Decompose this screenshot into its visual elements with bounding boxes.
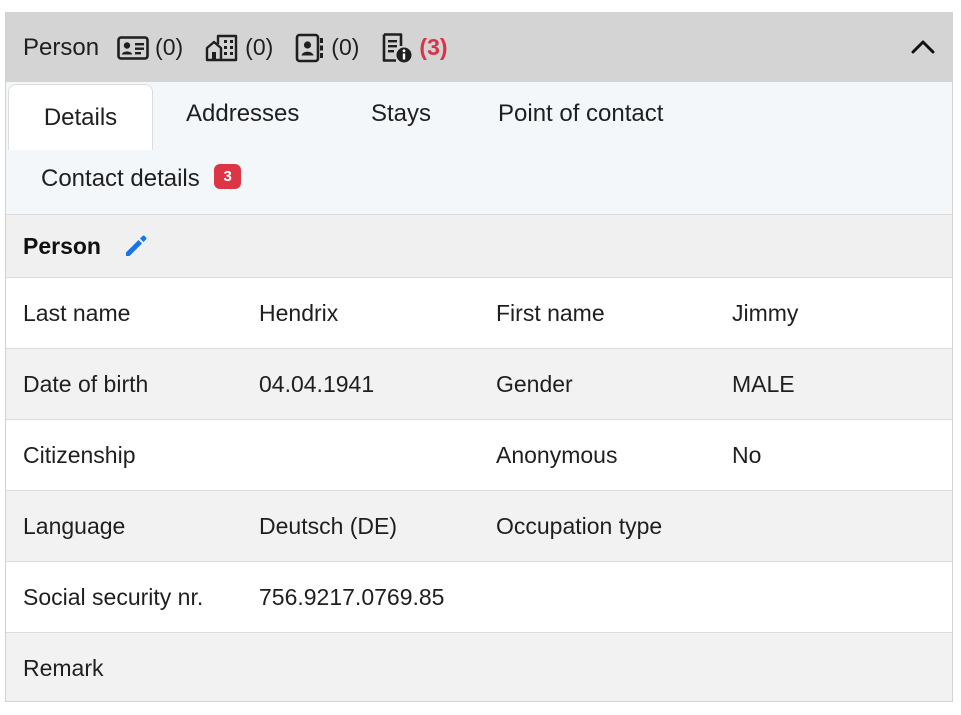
tab-contact-details-label: Contact details [41, 165, 200, 192]
occupation-type-label: Occupation type [496, 512, 663, 539]
table-row: Remark [6, 633, 952, 701]
date-of-birth-value: 04.04.1941 [259, 370, 375, 397]
tab-point-of-contact-label: Point of contact [498, 100, 664, 127]
panel-title: Person [23, 33, 100, 61]
tab-contact-details[interactable]: Contact details 3 [41, 164, 241, 193]
tab-details-label: Details [43, 103, 118, 131]
table-row: Citizenship Anonymous No [6, 420, 952, 491]
tab-details[interactable]: Details [8, 84, 153, 150]
gender-value: MALE [732, 370, 795, 397]
language-label: Language [23, 512, 126, 539]
contacts-count: (0) [331, 34, 360, 60]
first-name-label: First name [496, 299, 605, 326]
contact-details-stat: (3) [381, 32, 448, 64]
tab-point-of-contact[interactable]: Point of contact [498, 100, 663, 128]
tab-bar: Details Addresses Stays Point of contact… [6, 82, 952, 215]
id-documents-count: (0) [155, 34, 184, 60]
id-documents-stat: (0) [117, 34, 183, 61]
last-name-label: Last name [23, 299, 131, 326]
collapse-button[interactable] [910, 35, 936, 59]
remark-label: Remark [23, 654, 104, 681]
pencil-icon [125, 235, 147, 256]
tab-addresses[interactable]: Addresses [186, 100, 299, 128]
buildings-icon [205, 34, 239, 62]
section-title: Person [23, 232, 101, 259]
language-value: Deutsch (DE) [259, 512, 398, 539]
social-security-value: 756.9217.0769.85 [259, 583, 445, 610]
id-card-icon [117, 35, 149, 61]
contact-book-icon [295, 33, 325, 63]
tab-addresses-label: Addresses [186, 100, 300, 127]
gender-label: Gender [496, 370, 573, 397]
table-row: Date of birth 04.04.1941 Gender MALE [6, 349, 952, 420]
table-row: Social security nr. 756.9217.0769.85 [6, 562, 952, 633]
document-info-icon [381, 32, 413, 64]
tab-stays[interactable]: Stays [371, 100, 431, 128]
anonymous-value: No [732, 441, 762, 468]
section-header: Person [6, 215, 952, 278]
social-security-label: Social security nr. [23, 583, 204, 610]
citizenship-label: Citizenship [23, 441, 136, 468]
date-of-birth-label: Date of birth [23, 370, 149, 397]
tab-stays-label: Stays [371, 100, 432, 127]
chevron-up-icon [911, 40, 935, 54]
first-name-value: Jimmy [732, 299, 799, 326]
addresses-stat: (0) [205, 34, 273, 62]
table-row: Language Deutsch (DE) Occupation type [6, 491, 952, 562]
person-details-table: Last name Hendrix First name Jimmy Date … [6, 278, 952, 701]
addresses-count: (0) [245, 34, 274, 60]
edit-button[interactable] [123, 233, 149, 259]
contacts-stat: (0) [295, 33, 359, 63]
anonymous-label: Anonymous [496, 441, 618, 468]
person-panel: Person (0) (0) (0) (3) Details Addresses… [5, 12, 953, 702]
last-name-value: Hendrix [259, 299, 339, 326]
contact-details-count: (3) [419, 34, 448, 60]
table-row: Last name Hendrix First name Jimmy [6, 278, 952, 349]
panel-header: Person (0) (0) (0) (3) [6, 13, 952, 82]
contact-details-badge: 3 [214, 164, 241, 189]
